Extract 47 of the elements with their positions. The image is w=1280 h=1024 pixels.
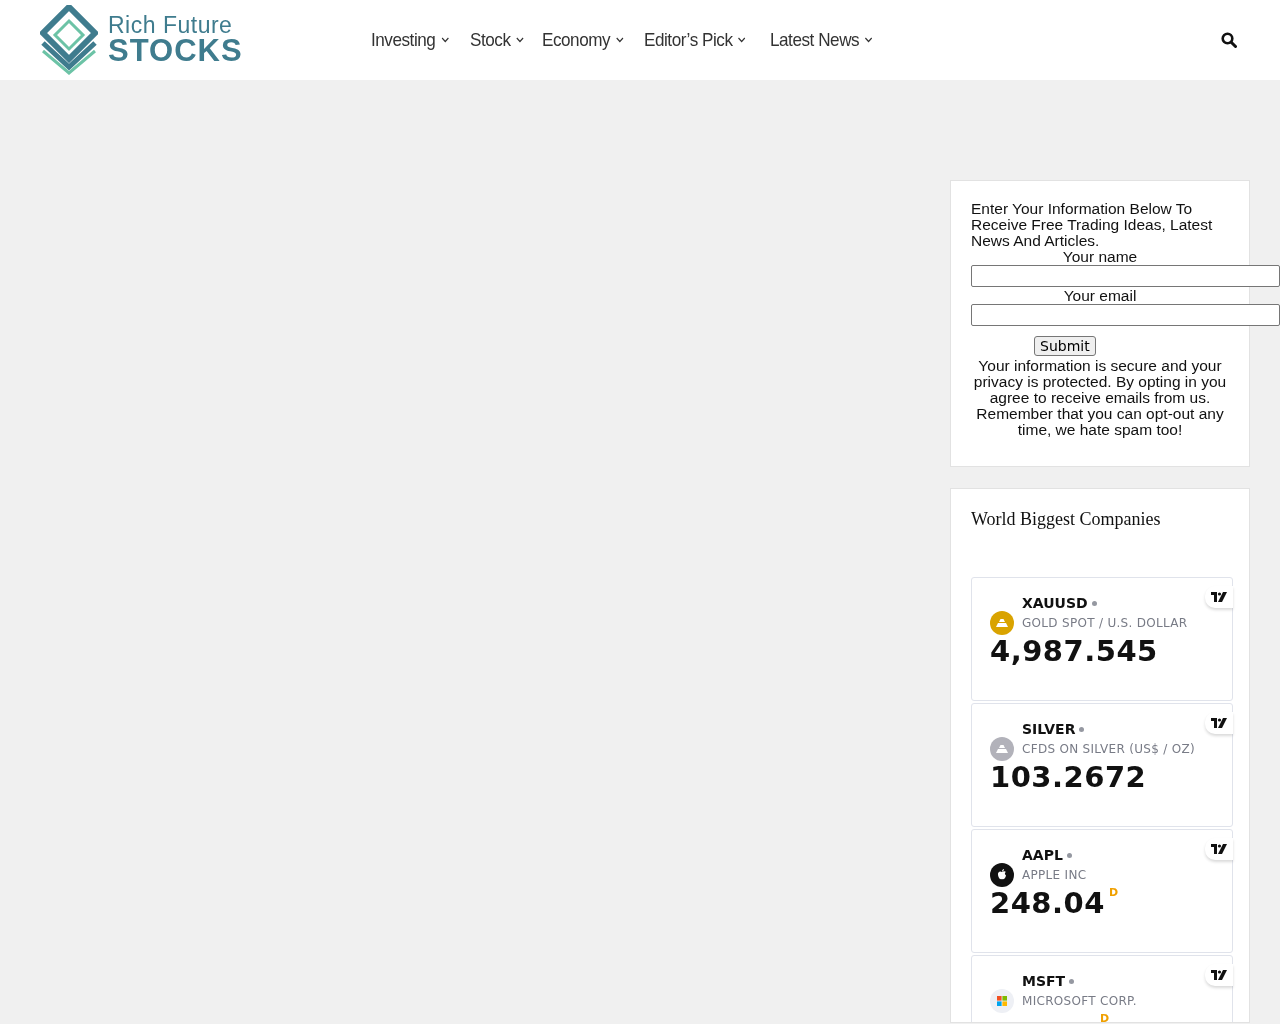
privacy-notice: Your information is secure and your privacy is protected. By opting in you agree to receive emails from us. Remember that you can opt-out any time, we hate spam too! [972,358,1228,438]
ticker-card[interactable]: XAUUSD GOLD SPOT / U.S. DOLLAR 4,987.545 [971,577,1233,701]
delay-label: D [1108,886,1119,899]
company-name: CFDS ON SILVER (US$ / OZ) [1022,742,1195,756]
chart-logo-icon[interactable] [1205,964,1233,986]
company-name: GOLD SPOT / U.S. DOLLAR [1022,616,1188,630]
company-name: APPLE INC [1022,868,1088,882]
status-dot [1066,852,1072,858]
chart-logo-icon[interactable] [1205,838,1233,860]
ticker-symbol: XAUUSD [1022,595,1088,611]
site-logo[interactable]: Rich Future STOCKS [40,5,350,75]
widget-title: World Biggest Companies [971,509,1162,530]
ticker-symbol: AAPL [1022,847,1063,863]
nav-link[interactable]: Latest News [769,29,873,51]
nav-link[interactable]: Stock [469,29,524,51]
caret-icon [864,37,873,43]
ticker-card[interactable]: SILVER CFDS ON SILVER (US$ / OZ) 103.2672 [971,703,1233,827]
status-dot [1091,600,1097,606]
company-name: MICROSOFT CORP. [1022,994,1137,1008]
caret-icon [615,37,624,43]
status-dot [1079,726,1085,732]
logo-wordmark: Rich Future [108,14,234,37]
price-value: 248.04 [990,886,1105,920]
search-icon[interactable] [1221,32,1237,48]
name-input[interactable] [971,265,1280,287]
status-dot [1069,978,1075,984]
price-value: 4,987.545 [990,634,1158,668]
diamond-logo-icon [40,5,98,75]
caret-icon [515,37,524,43]
delay-label: D [1100,1012,1110,1022]
ticker-symbol: SILVER [1022,721,1076,737]
nav-link[interactable]: Economy [541,29,624,51]
caret-icon [440,37,449,43]
signup-intro: Enter Your Information Below To Receive Free Trading Ideas, Latest News And Articles. [971,201,1214,249]
nav-link[interactable]: Editor’s Pick [644,29,747,51]
field-label: Your name [1061,249,1139,265]
price-value: 103.2672 [990,760,1147,794]
chart-logo-icon[interactable] [1205,586,1233,608]
ticker-card[interactable]: MSFT MICROSOFT CORP. D [971,955,1233,1022]
logo-wordmark: STOCKS [108,35,243,66]
email-input[interactable] [971,304,1280,326]
submit-button[interactable]: Submit [1034,336,1096,356]
chart-logo-icon[interactable] [1205,712,1233,734]
nav-link[interactable]: Investing [371,29,449,51]
caret-icon [738,37,747,43]
ticker-symbol: MSFT [1022,973,1066,989]
field-label: Your email [1062,288,1138,304]
